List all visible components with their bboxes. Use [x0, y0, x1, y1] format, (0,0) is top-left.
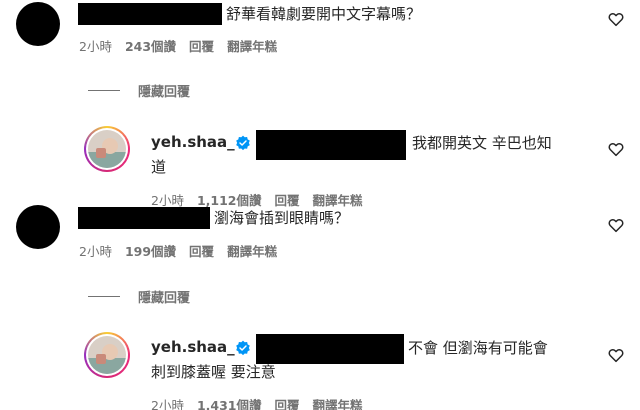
like-count[interactable]: 243個讚: [125, 36, 176, 55]
commenter-avatar[interactable]: [16, 2, 60, 46]
translate-button[interactable]: 翻譯年糕: [227, 36, 277, 55]
hide-replies-toggle[interactable]: 隱藏回覆: [88, 81, 190, 100]
reply-username[interactable]: yeh.shaa_: [151, 133, 235, 151]
reply-text-line1: 我都開英文 辛巴也知: [412, 134, 552, 152]
reply-text-line2: 道: [151, 158, 167, 176]
reply-username[interactable]: yeh.shaa_: [151, 338, 235, 356]
heart-icon[interactable]: [607, 216, 625, 234]
reply-button[interactable]: 回覆: [189, 241, 214, 260]
hide-replies-label: 隱藏回覆: [138, 291, 191, 306]
like-count[interactable]: 199個讚: [125, 241, 176, 260]
comment-time: 2小時: [79, 244, 112, 259]
hide-replies-label: 隱藏回覆: [138, 85, 191, 100]
reply-avatar[interactable]: [84, 126, 130, 172]
comment-text: 舒華看韓劇要開中文字幕嗎？: [226, 5, 422, 23]
comment-time: 2小時: [79, 39, 112, 54]
hide-replies-toggle[interactable]: 隱藏回覆: [88, 287, 190, 306]
reply-button[interactable]: 回覆: [189, 36, 214, 55]
verified-badge-icon: [236, 340, 250, 356]
comment-text: 瀏海會插到眼睛嗎？: [214, 209, 350, 227]
reply-time: 2小時: [151, 398, 184, 410]
reply-meta: 2小時 1,431個讚 回覆 翻譯年糕: [151, 395, 376, 410]
reply-text-line1: 不會 但瀏海有可能會: [408, 339, 548, 357]
reply-avatar[interactable]: [84, 332, 130, 378]
translate-button[interactable]: 翻譯年糕: [313, 395, 363, 410]
reply-button[interactable]: 回覆: [275, 395, 300, 410]
heart-icon[interactable]: [607, 140, 625, 158]
like-count[interactable]: 1,431個讚: [197, 395, 262, 410]
heart-icon[interactable]: [607, 346, 625, 364]
profile-photo: [88, 130, 126, 168]
divider-line: [88, 296, 120, 297]
profile-photo: [88, 336, 126, 374]
divider-line: [88, 90, 120, 91]
comment-meta: 2小時 243個讚 回覆 翻譯年糕: [79, 36, 290, 55]
redacted-mention: [256, 334, 404, 364]
redacted-username: [78, 3, 222, 25]
comment-meta: 2小時 199個讚 回覆 翻譯年糕: [79, 241, 290, 260]
reply-text-line2: 刺到膝蓋喔 要注意: [151, 363, 276, 381]
redacted-mention: [256, 130, 406, 160]
redacted-username: [78, 207, 210, 229]
heart-icon[interactable]: [607, 10, 625, 28]
translate-button[interactable]: 翻譯年糕: [227, 241, 277, 260]
commenter-avatar[interactable]: [16, 205, 60, 249]
verified-badge-icon: [236, 135, 250, 151]
